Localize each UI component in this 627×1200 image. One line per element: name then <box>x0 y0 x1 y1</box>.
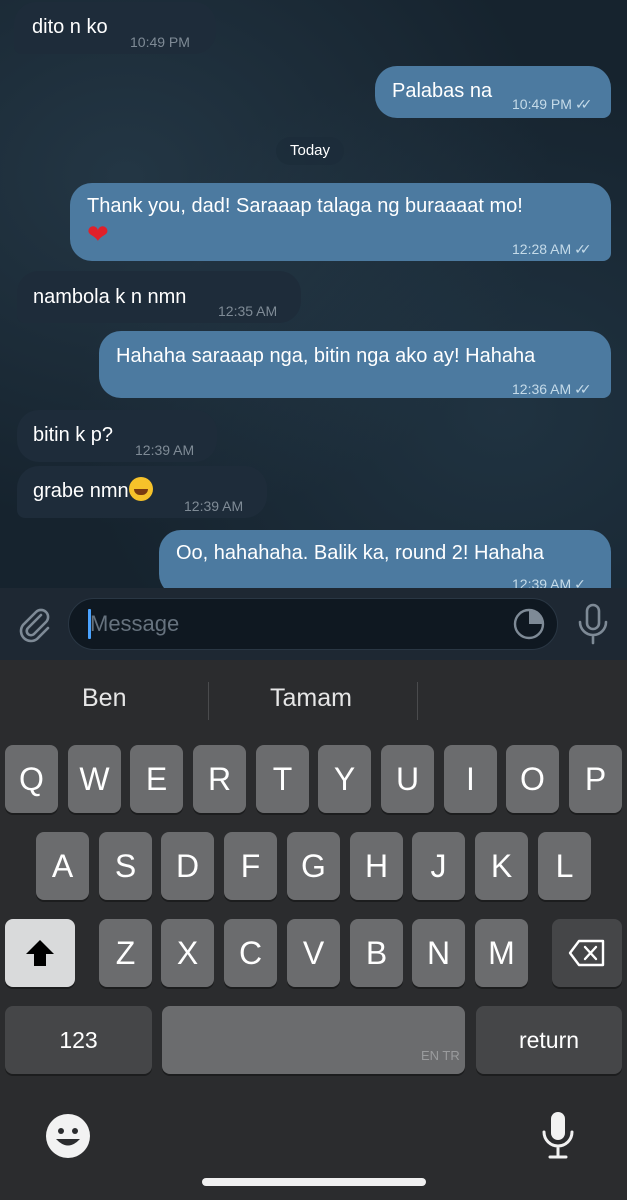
key-r[interactable]: R <box>193 745 246 813</box>
dictation-microphone-icon[interactable] <box>540 1110 576 1162</box>
shift-key[interactable] <box>5 919 75 987</box>
language-indicator: EN TR <box>421 1048 460 1063</box>
key-j[interactable]: J <box>412 832 465 900</box>
message-time: 10:49 PM <box>130 34 190 50</box>
message-text: Hahaha saraaap nga, bitin nga ako ay! Ha… <box>116 345 536 367</box>
message-text: grabe nmn <box>33 480 129 502</box>
numbers-key[interactable]: 123 <box>5 1006 152 1074</box>
date-separator: Today <box>276 137 345 165</box>
message-bubble-outgoing[interactable]: Oo, hahahaha. Balik ka, round 2! Hahaha … <box>159 530 611 588</box>
message-text: nambola k n nmn <box>33 286 187 308</box>
key-a[interactable]: A <box>36 832 89 900</box>
key-w[interactable]: W <box>68 745 121 813</box>
key-x[interactable]: X <box>161 919 214 987</box>
message-time: 12:28 AM <box>512 241 572 257</box>
message-placeholder: Message <box>90 611 180 636</box>
key-o[interactable]: O <box>506 745 559 813</box>
backspace-icon <box>568 939 605 967</box>
message-text: bitin k p? <box>33 424 114 446</box>
rolling-laughing-emoji-icon <box>128 477 153 501</box>
key-z[interactable]: Z <box>99 919 152 987</box>
key-e[interactable]: E <box>130 745 183 813</box>
message-bubble-outgoing[interactable]: Palabas na 10:49 PM ✓✓ <box>375 66 611 118</box>
key-t[interactable]: T <box>256 745 309 813</box>
key-m[interactable]: M <box>475 919 528 987</box>
shift-arrow-icon <box>26 940 54 966</box>
message-time: 10:49 PM <box>512 96 572 112</box>
key-s[interactable]: S <box>99 832 152 900</box>
message-time: 12:39 AM <box>512 576 572 588</box>
message-time: 12:36 AM <box>512 381 572 397</box>
key-n[interactable]: N <box>412 919 465 987</box>
key-h[interactable]: H <box>350 832 403 900</box>
paperclip-icon[interactable] <box>14 603 54 643</box>
key-v[interactable]: V <box>287 919 340 987</box>
message-bubble-incoming[interactable]: dito n ko 10:49 PM <box>14 2 216 54</box>
message-time: 12:35 AM <box>218 303 278 319</box>
suggestion-2[interactable]: Tamam <box>270 684 352 713</box>
message-text: dito n ko <box>32 16 108 38</box>
message-time: 12:39 AM <box>135 442 195 458</box>
heart-emoji-icon: ❤ <box>87 219 109 249</box>
microphone-icon[interactable] <box>575 603 611 645</box>
key-q[interactable]: Q <box>5 745 58 813</box>
message-text: Oo, hahahaha. Balik ka, round 2! Hahaha <box>176 542 545 564</box>
suggestion-divider <box>417 682 418 720</box>
message-text: Palabas na <box>392 80 493 102</box>
key-u[interactable]: U <box>381 745 434 813</box>
key-p[interactable]: P <box>569 745 622 813</box>
key-k[interactable]: K <box>475 832 528 900</box>
message-bubble-outgoing[interactable]: Hahaha saraaap nga, bitin nga ako ay! Ha… <box>99 331 611 398</box>
key-l[interactable]: L <box>538 832 591 900</box>
double-check-icon: ✓✓ <box>574 96 593 112</box>
space-key[interactable] <box>162 1006 465 1074</box>
key-i[interactable]: I <box>444 745 497 813</box>
double-check-icon: ✓✓ <box>574 381 592 397</box>
backspace-key[interactable] <box>552 919 622 987</box>
suggestion-divider <box>208 682 209 720</box>
chat-area[interactable]: dito n ko 10:49 PM Palabas na 10:49 PM ✓✓… <box>0 0 627 588</box>
key-c[interactable]: C <box>224 919 277 987</box>
key-y[interactable]: Y <box>318 745 371 813</box>
single-check-icon: ✓ <box>574 576 585 588</box>
key-f[interactable]: F <box>224 832 277 900</box>
message-bubble-outgoing[interactable]: Thank you, dad! Saraaap talaga ng buraaa… <box>70 183 611 261</box>
key-b[interactable]: B <box>350 919 403 987</box>
double-check-icon: ✓✓ <box>574 241 592 257</box>
key-g[interactable]: G <box>287 832 340 900</box>
sticker-icon[interactable] <box>512 607 546 641</box>
message-bubble-incoming[interactable]: bitin k p? 12:39 AM <box>17 410 217 462</box>
return-key[interactable]: return <box>476 1006 622 1074</box>
message-bubble-incoming[interactable]: nambola k n nmn 12:35 AM <box>17 271 301 323</box>
key-d[interactable]: D <box>161 832 214 900</box>
suggestion-1[interactable]: Ben <box>82 684 126 713</box>
message-bubble-incoming[interactable]: grabe nmn 12:39 AM <box>17 466 267 518</box>
message-time: 12:39 AM <box>184 498 244 514</box>
message-text: Thank you, dad! Saraaap talaga ng buraaa… <box>87 195 523 217</box>
emoji-icon[interactable] <box>44 1112 92 1160</box>
home-indicator[interactable] <box>202 1178 426 1186</box>
